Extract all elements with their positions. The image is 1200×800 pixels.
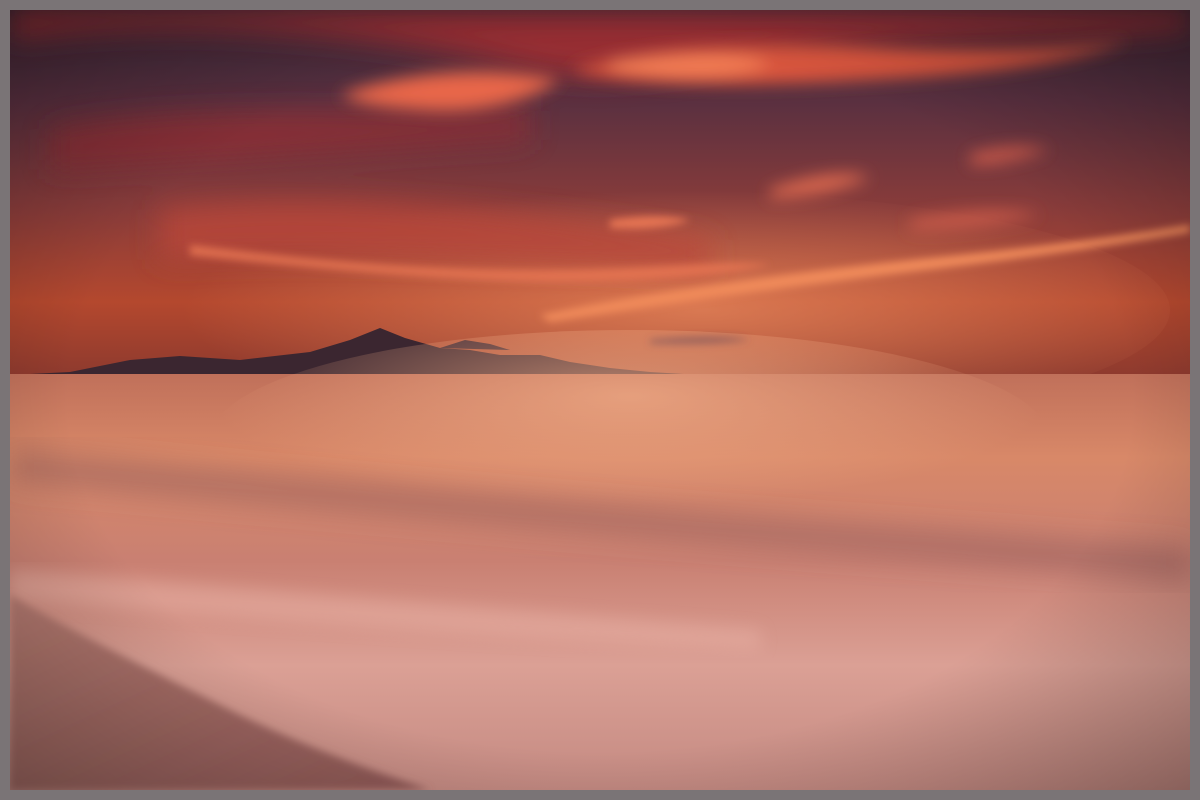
sunset-photo [10,10,1190,790]
vignette [10,10,1190,790]
photo-frame [0,0,1200,800]
sunset-scene [10,10,1190,790]
